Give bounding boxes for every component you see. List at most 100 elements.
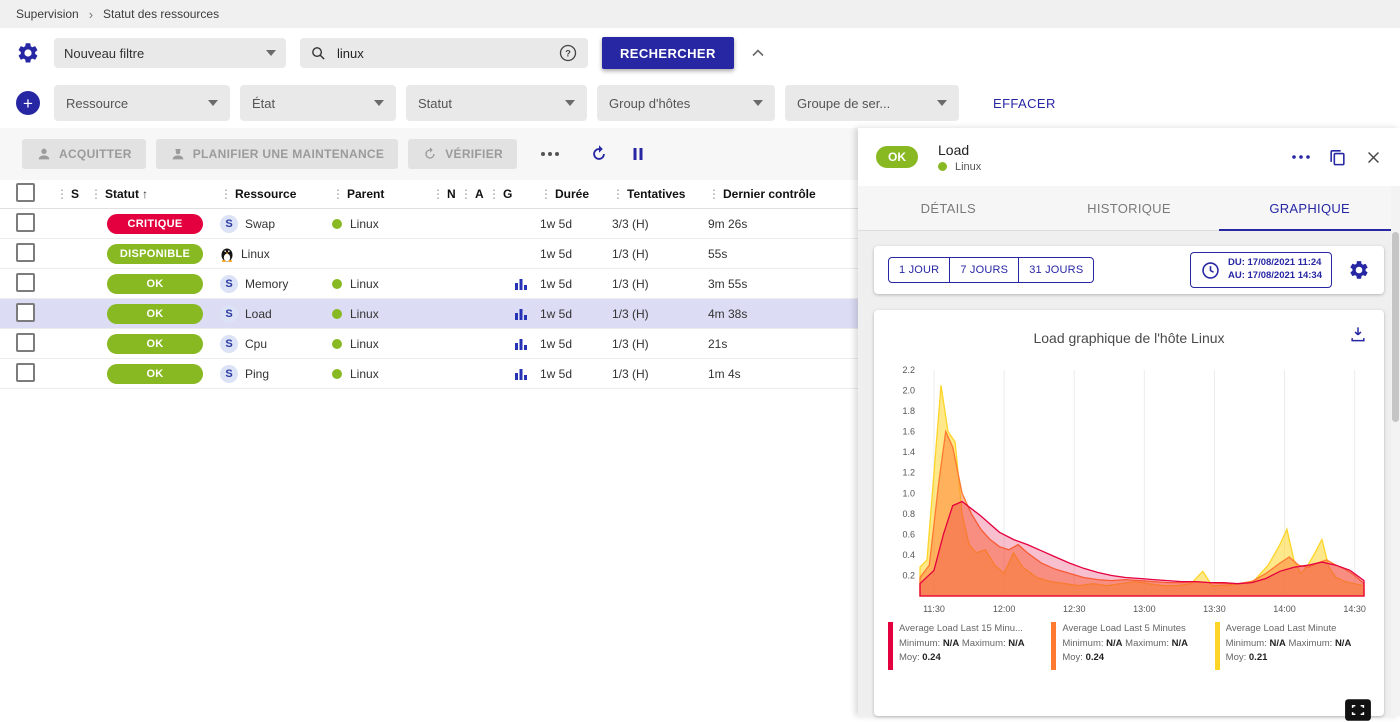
more-actions-button[interactable]	[535, 146, 565, 162]
close-panel-button[interactable]	[1365, 149, 1382, 166]
row-checkbox[interactable]	[16, 273, 35, 292]
service-type-badge: S	[220, 275, 238, 293]
breadcrumb-link-statut-des-ressources[interactable]: Statut des ressources	[103, 7, 219, 21]
column-drag-icon: ⋮	[90, 187, 102, 201]
duration-cell: 1w 5d	[540, 337, 612, 351]
refresh-button[interactable]	[589, 144, 609, 164]
column-drag-icon: ⋮	[432, 187, 444, 201]
column-header-tentatives[interactable]: ⋮Tentatives	[612, 187, 708, 201]
column-header-a[interactable]: ⋮A	[460, 187, 488, 201]
svg-text:0.6: 0.6	[902, 529, 915, 539]
legend-item[interactable]: Average Load Last 15 Minu...Minimum: N/A…	[888, 622, 1043, 670]
date-range-button[interactable]: DU: 17/08/2021 11:24 AU: 17/08/2021 14:3…	[1190, 252, 1332, 288]
legend-item[interactable]: Average Load Last MinuteMinimum: N/A Max…	[1215, 622, 1370, 670]
legend-color-bar	[1051, 622, 1056, 670]
scrollbar-thumb[interactable]	[1392, 232, 1399, 422]
column-header-ressource[interactable]: ⋮Ressource	[220, 187, 332, 201]
plus-icon: +	[23, 95, 33, 112]
row-checkbox[interactable]	[16, 243, 35, 262]
chart-title: Load graphique de l'hôte Linux	[882, 330, 1376, 346]
acknowledge-button[interactable]: ACQUITTER	[22, 139, 146, 169]
clear-filters-button[interactable]: EFFACER	[987, 95, 1062, 112]
period-button-1-jour[interactable]: 1 JOUR	[888, 257, 950, 283]
column-header-g[interactable]: ⋮G	[488, 187, 514, 201]
pause-button[interactable]	[629, 145, 647, 163]
status-badge: DISPONIBLE	[107, 244, 203, 264]
add-criteria-button[interactable]: +	[16, 91, 40, 115]
tab-historique[interactable]: HISTORIQUE	[1039, 186, 1220, 230]
fullscreen-button[interactable]	[1344, 698, 1372, 722]
column-header-dernier-contr-le[interactable]: ⋮Dernier contrôle	[708, 187, 858, 201]
svg-text:2.2: 2.2	[902, 365, 915, 375]
maintenance-button[interactable]: PLANIFIER UNE MAINTENANCE	[156, 139, 399, 169]
table-row[interactable]: OKSLoadLinux1w 5d1/3 (H)4m 38s	[0, 299, 858, 329]
filter-dropdown--tat[interactable]: État	[240, 85, 396, 121]
resource-name[interactable]: Ping	[245, 367, 269, 381]
breadcrumb-chevron-icon: ›	[89, 7, 93, 22]
collapse-filters-button[interactable]	[748, 43, 768, 63]
resource-name[interactable]: Linux	[241, 247, 270, 261]
resource-name[interactable]: Load	[245, 307, 272, 321]
search-icon	[310, 45, 327, 62]
table-row[interactable]: OKSMemoryLinux1w 5d1/3 (H)3m 55s	[0, 269, 858, 299]
legend-average: Moy: 0.24	[899, 651, 1025, 666]
duration-cell: 1w 5d	[540, 307, 612, 321]
graph-icon[interactable]	[514, 367, 528, 381]
tab-d-tails[interactable]: DÉTAILS	[858, 186, 1039, 230]
period-button-7-jours[interactable]: 7 JOURS	[950, 257, 1019, 283]
column-drag-icon: ⋮	[708, 187, 720, 201]
row-checkbox[interactable]	[16, 303, 35, 322]
legend-item[interactable]: Average Load Last 5 MinutesMinimum: N/A …	[1051, 622, 1206, 670]
actions-toolbar: ACQUITTER PLANIFIER UNE MAINTENANCE VÉRI…	[0, 128, 858, 180]
copy-link-button[interactable]	[1328, 148, 1347, 167]
status-badge: OK	[876, 146, 918, 168]
column-header-n[interactable]: ⋮N	[432, 187, 460, 201]
period-button-31-jours[interactable]: 31 JOURS	[1019, 257, 1094, 283]
search-button[interactable]: RECHERCHER	[602, 37, 734, 69]
export-graph-button[interactable]	[1346, 322, 1370, 346]
saved-filter-select[interactable]: Nouveau filtre	[54, 38, 286, 68]
column-header-statut[interactable]: ⋮Statut↑	[90, 187, 220, 201]
row-checkbox[interactable]	[16, 333, 35, 352]
graph-settings-button[interactable]	[1348, 259, 1370, 281]
column-header-parent[interactable]: ⋮Parent	[332, 187, 432, 201]
svg-text:11:30: 11:30	[923, 604, 945, 614]
chevron-down-icon	[923, 100, 947, 106]
filter-settings-button[interactable]	[16, 41, 40, 65]
gear-icon	[1348, 259, 1370, 281]
check-button[interactable]: VÉRIFIER	[408, 139, 517, 169]
help-icon[interactable]: ?	[558, 43, 578, 63]
table-row[interactable]: CRITIQUESSwapLinux1w 5d3/3 (H)9m 26s	[0, 209, 858, 239]
filter-dropdown-ressource[interactable]: Ressource	[54, 85, 230, 121]
column-header-s[interactable]: ⋮S	[56, 187, 90, 201]
panel-more-button[interactable]	[1292, 155, 1310, 159]
parent-status-dot-icon	[332, 309, 342, 319]
filter-dropdown-groupe-de-ser-[interactable]: Groupe de ser...	[785, 85, 959, 121]
legend-min-max: Minimum: N/A Maximum: N/A	[1226, 637, 1352, 652]
resource-name[interactable]: Cpu	[245, 337, 267, 351]
panel-scrollbar[interactable]	[1391, 186, 1400, 716]
select-all-checkbox[interactable]	[16, 183, 35, 202]
table-row[interactable]: DISPONIBLELinux1w 5d1/3 (H)55s	[0, 239, 858, 269]
date-to: AU: 17/08/2021 14:34	[1228, 270, 1322, 283]
table-row[interactable]: OKSPingLinux1w 5d1/3 (H)1m 4s	[0, 359, 858, 389]
row-checkbox[interactable]	[16, 363, 35, 382]
filter-dropdown-group-d-h-tes[interactable]: Group d'hôtes	[597, 85, 775, 121]
svg-text:1.8: 1.8	[902, 406, 915, 416]
ellipsis-icon	[1292, 155, 1310, 159]
breadcrumb-link-supervision[interactable]: Supervision	[16, 7, 79, 21]
table-row[interactable]: OKSCpuLinux1w 5d1/3 (H)21s	[0, 329, 858, 359]
graph-icon[interactable]	[514, 277, 528, 291]
row-checkbox[interactable]	[16, 213, 35, 232]
resource-name[interactable]: Memory	[245, 277, 288, 291]
column-header-dur-e[interactable]: ⋮Durée	[540, 187, 612, 201]
search-input[interactable]	[335, 45, 550, 62]
last-check-cell: 3m 55s	[708, 277, 858, 291]
resource-name[interactable]: Swap	[245, 217, 275, 231]
duration-cell: 1w 5d	[540, 277, 612, 291]
filter-dropdown-statut[interactable]: Statut	[406, 85, 587, 121]
graph-icon[interactable]	[514, 307, 528, 321]
svg-text:1.0: 1.0	[902, 488, 915, 498]
tab-graphique[interactable]: GRAPHIQUE	[1219, 186, 1400, 230]
graph-icon[interactable]	[514, 337, 528, 351]
